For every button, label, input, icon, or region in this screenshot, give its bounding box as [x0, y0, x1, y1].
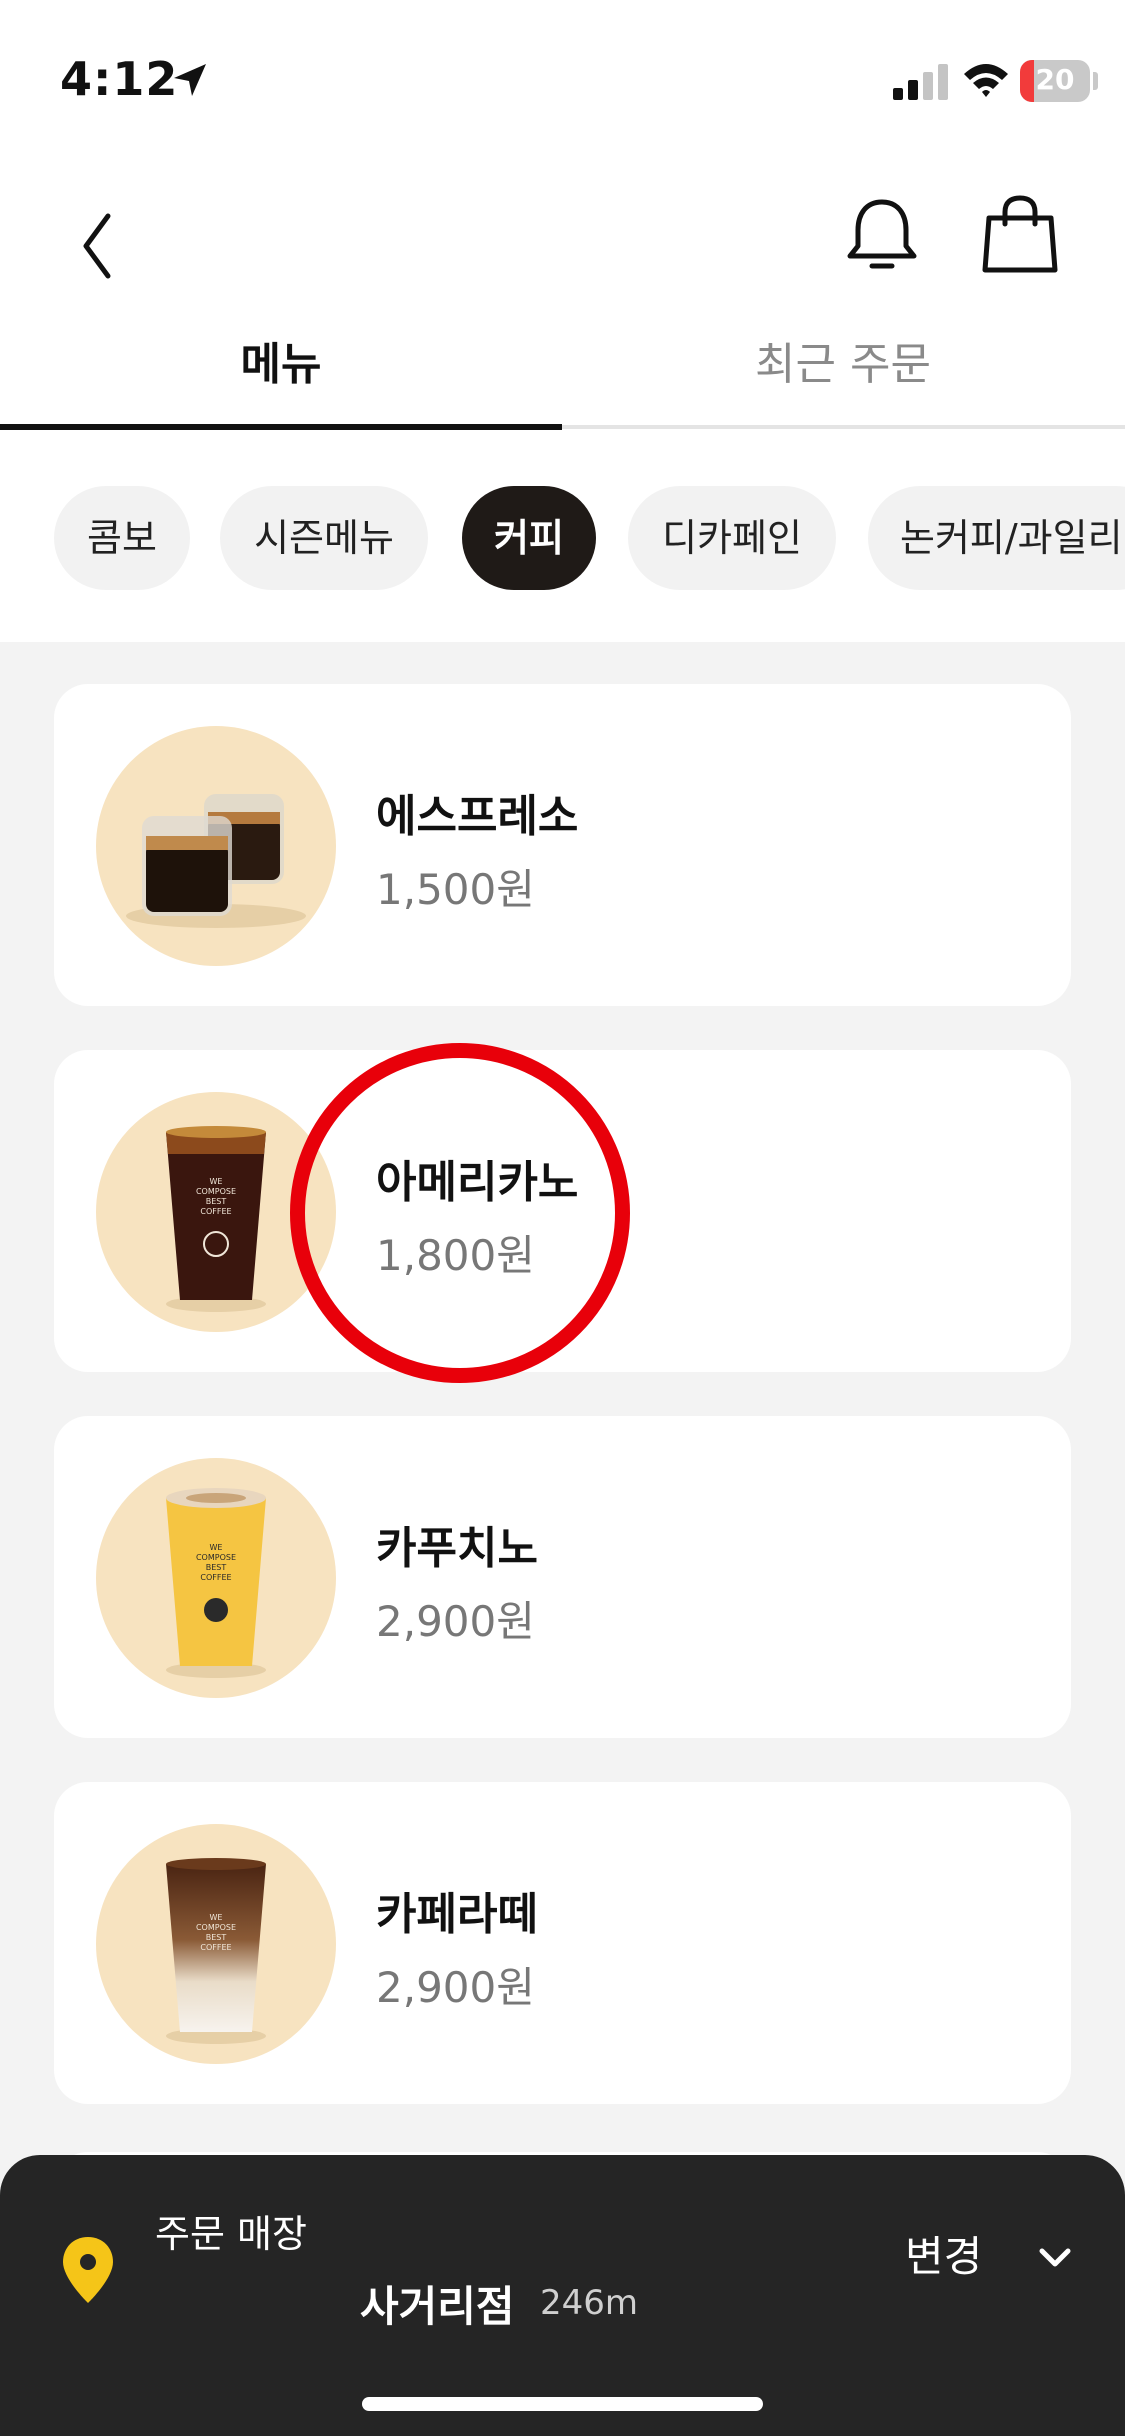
- cup-text-compose: COMPOSE: [196, 1923, 236, 1932]
- store-selector-bar[interactable]: 주문 매장 사거리점 246m 변경: [0, 2155, 1125, 2436]
- store-label: 주문 매장: [155, 2212, 307, 2256]
- menu-item-name: 에스프레소: [376, 791, 579, 842]
- cup-text-we: WE: [210, 1543, 223, 1552]
- menu-item-price: 1,500원: [376, 865, 535, 914]
- tab-recent-orders[interactable]: 최근 주문: [562, 320, 1124, 432]
- location-pin-icon: [63, 2237, 113, 2303]
- cup-text-best: BEST: [206, 1197, 227, 1206]
- chevron-left-icon: [83, 213, 111, 279]
- cup-text-coffee: COFFEE: [200, 1573, 231, 1582]
- chip-coffee[interactable]: 커피: [462, 486, 596, 590]
- back-button[interactable]: [60, 200, 140, 280]
- cup-text-best: BEST: [206, 1933, 227, 1942]
- menu-item-name: 아메리카노: [376, 1157, 579, 1208]
- menu-item-price: 1,800원: [376, 1231, 535, 1280]
- store-name: 사거리점: [360, 2282, 515, 2331]
- wifi-icon: [964, 64, 1008, 97]
- iced-latte-cup-image: WE COMPOSE BEST COFFEE: [96, 1824, 336, 2064]
- cup-text-we: WE: [210, 1177, 223, 1186]
- cup-text-compose: COMPOSE: [196, 1187, 236, 1196]
- home-indicator: [362, 2397, 763, 2411]
- bell-icon: [847, 199, 917, 269]
- cup-text-best: BEST: [206, 1563, 227, 1572]
- menu-item-price: 2,900원: [376, 1963, 535, 2012]
- cup-text-coffee: COFFEE: [200, 1943, 231, 1952]
- store-distance: 246m: [540, 2283, 639, 2323]
- location-arrow-icon: [174, 64, 206, 96]
- cup-text-compose: COMPOSE: [196, 1553, 236, 1562]
- tab-bar: 메뉴 최근 주문: [0, 320, 1125, 432]
- cup-text-coffee: COFFEE: [200, 1207, 231, 1216]
- chip-decaf[interactable]: 디카페인: [628, 486, 836, 590]
- signal-icon: [893, 64, 948, 100]
- change-store-label: 변경: [905, 2232, 983, 2281]
- espresso-glasses-image: [96, 726, 336, 966]
- change-store-button[interactable]: 변경: [905, 2215, 1085, 2305]
- iced-americano-cup-image: WE COMPOSE BEST COFFEE: [96, 1092, 336, 1332]
- cart-button[interactable]: [975, 190, 1065, 280]
- status-bar: 4:12 20: [0, 0, 1125, 160]
- status-time: 4:12: [60, 52, 179, 106]
- menu-item-name: 카페라떼: [376, 1889, 538, 1940]
- menu-item-cappuccino[interactable]: WE COMPOSE BEST COFFEE 카푸치노 2,900원: [54, 1416, 1071, 1738]
- battery-cap: [1093, 72, 1098, 90]
- category-chips: 콤보 시즌메뉴 커피 디카페인 논커피/과일리: [0, 486, 1125, 594]
- notification-button[interactable]: [838, 190, 926, 280]
- menu-item-espresso[interactable]: 에스프레소 1,500원: [54, 684, 1071, 1006]
- menu-item-name: 카푸치노: [376, 1523, 538, 1574]
- shopping-bag-icon: [982, 195, 1058, 273]
- tab-divider: [562, 425, 1125, 429]
- menu-item-americano[interactable]: WE COMPOSE BEST COFFEE 아메리카노 1,800원: [54, 1050, 1071, 1372]
- battery-level: 20: [1035, 63, 1075, 96]
- top-nav: [0, 180, 1125, 280]
- cappuccino-yellow-cup-image: WE COMPOSE BEST COFFEE: [96, 1458, 336, 1698]
- battery-icon: 20: [1020, 60, 1090, 102]
- tab-menu[interactable]: 메뉴: [0, 320, 562, 432]
- chip-combo[interactable]: 콤보: [54, 486, 190, 590]
- tab-active-indicator: [0, 424, 562, 430]
- chip-non-coffee[interactable]: 논커피/과일리: [868, 486, 1125, 590]
- menu-item-cafe-latte[interactable]: WE COMPOSE BEST COFFEE 카페라떼 2,900원: [54, 1782, 1071, 2104]
- chip-season-menu[interactable]: 시즌메뉴: [220, 486, 428, 590]
- chevron-down-icon: [1039, 2248, 1071, 2267]
- cup-text-we: WE: [210, 1913, 223, 1922]
- menu-item-price: 2,900원: [376, 1597, 535, 1646]
